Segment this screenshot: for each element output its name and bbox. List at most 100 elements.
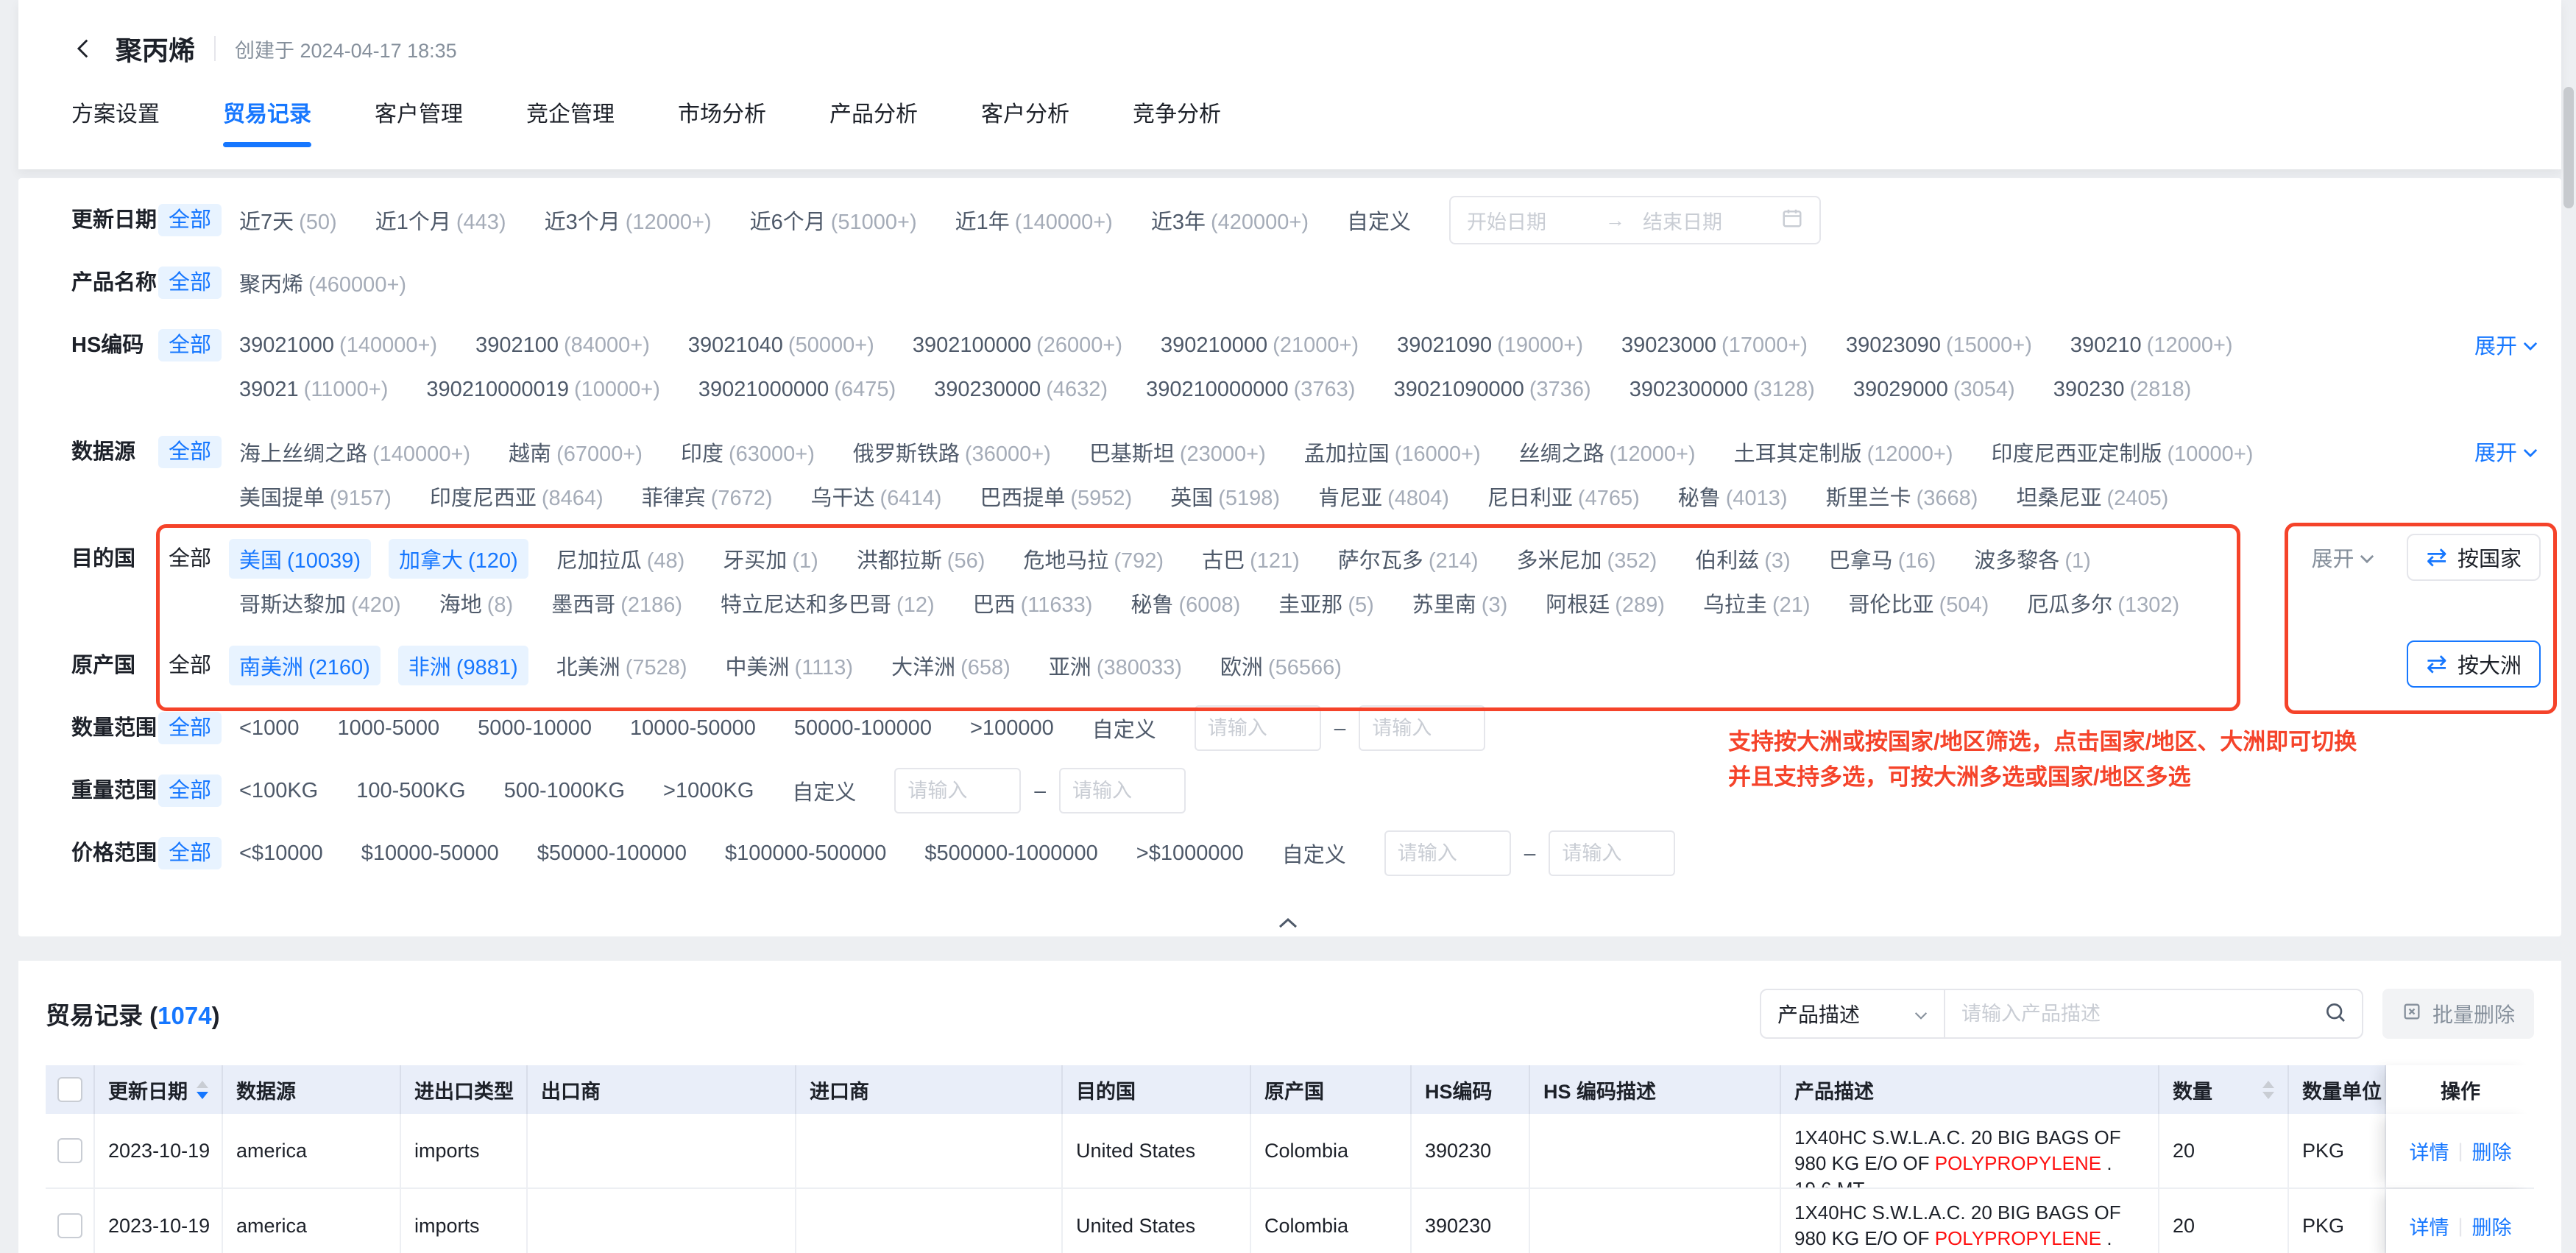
search-icon[interactable] xyxy=(2324,1000,2347,1028)
price-min-input[interactable] xyxy=(1384,830,1511,876)
by-country-button[interactable]: ⇄ 按国家 xyxy=(2407,534,2541,581)
filter-option-chip[interactable]: 美国提单(9157) xyxy=(239,481,392,512)
filter-option-chip[interactable]: 近7天(50) xyxy=(239,205,337,236)
filter-option-chip[interactable]: 北美洲(7528) xyxy=(556,650,687,681)
filter-all-chip[interactable]: 全部 xyxy=(158,329,222,361)
collapse-filters-button[interactable] xyxy=(1248,913,1328,933)
search-input[interactable] xyxy=(1960,1002,2315,1026)
filter-option-chip[interactable]: 非洲(9881) xyxy=(398,646,528,685)
filter-option-chip[interactable]: 哥伦比亚(504) xyxy=(1849,587,1989,618)
filter-option-chip[interactable]: 圭亚那(5) xyxy=(1278,587,1373,618)
filter-option-chip[interactable]: <100KG xyxy=(239,779,318,803)
filter-option-chip[interactable]: 越南(67000+) xyxy=(509,437,643,467)
filter-option-chip[interactable]: 英国(5198) xyxy=(1170,481,1280,512)
filter-option-chip[interactable]: 亚洲(380033) xyxy=(1049,650,1182,681)
filter-option-chip[interactable]: 萨尔瓦多(214) xyxy=(1338,543,1479,574)
filter-option-chip[interactable]: 波多黎各(1) xyxy=(1974,543,2090,574)
filter-option-chip[interactable]: 孟加拉国(16000+) xyxy=(1304,437,1481,467)
filter-option-chip[interactable]: <1000 xyxy=(239,716,299,741)
filter-option-chip[interactable]: 近6个月(51000+) xyxy=(750,205,917,236)
filter-option-chip[interactable]: 5000-10000 xyxy=(478,716,592,741)
filter-option-chip[interactable]: 近1年(140000+) xyxy=(955,205,1113,236)
filter-option-chip[interactable]: 印度尼西亚定制版(10000+) xyxy=(1992,437,2254,467)
filter-option-chip[interactable]: 美国(10039) xyxy=(229,539,371,579)
filter-option-chip[interactable]: 39023090(15000+) xyxy=(1846,333,2032,358)
filter-option-chip[interactable]: 39029000(3054) xyxy=(1853,378,2015,402)
filter-option-chip[interactable]: >$1000000 xyxy=(1136,841,1244,866)
filter-option-chip[interactable]: >100000 xyxy=(970,716,1054,741)
filter-option-chip[interactable]: 加拿大(120) xyxy=(389,539,528,579)
filter-all-chip[interactable]: 全部 xyxy=(158,774,222,807)
filter-option-chip[interactable]: 39021090(19000+) xyxy=(1397,333,1583,358)
filter-option-chip[interactable]: 巴基斯坦(23000+) xyxy=(1089,437,1266,467)
filter-option-chip[interactable]: 1000-5000 xyxy=(337,716,439,741)
batch-delete-button[interactable]: 批量删除 xyxy=(2382,989,2534,1039)
filter-option-chip[interactable]: 海地(8) xyxy=(439,587,513,618)
filter-option-chip[interactable]: 苏里南(3) xyxy=(1412,587,1507,618)
filter-option-chip[interactable]: 尼日利亚(4765) xyxy=(1487,481,1640,512)
filter-option-chip[interactable]: $500000-1000000 xyxy=(924,841,1097,866)
filter-option-chip[interactable]: 中美洲(1113) xyxy=(726,650,854,681)
filter-option-chip[interactable]: 印度(63000+) xyxy=(681,437,815,467)
filter-option-chip[interactable]: 乌拉圭(21) xyxy=(1703,587,1811,618)
filter-option-chip[interactable]: 39021040(50000+) xyxy=(688,333,874,358)
filter-option-chip[interactable]: 牙买加(1) xyxy=(723,543,818,574)
filter-option-chip[interactable]: 100-500KG xyxy=(356,779,465,803)
column-update-date[interactable]: 更新日期 xyxy=(95,1065,223,1114)
filter-option-chip[interactable]: 丝绸之路(12000+) xyxy=(1519,437,1696,467)
filter-option-chip[interactable]: 390210000019(10000+) xyxy=(426,378,659,402)
by-continent-button[interactable]: ⇄ 按大洲 xyxy=(2407,640,2541,688)
select-all-checkbox[interactable] xyxy=(57,1077,82,1102)
filter-option-chip[interactable]: 自定义 xyxy=(1347,205,1411,236)
filter-option-chip[interactable]: 土耳其定制版(12000+) xyxy=(1734,437,1953,467)
sort-icon[interactable] xyxy=(197,1081,208,1099)
column-quantity[interactable]: 数量 xyxy=(2159,1065,2289,1114)
delete-link[interactable]: 删除 xyxy=(2472,1212,2512,1240)
filter-option-chip[interactable]: 390210(12000+) xyxy=(2070,333,2233,358)
filter-option-chip[interactable]: 390210000000(3763) xyxy=(1146,378,1355,402)
filter-option-chip[interactable]: 俄罗斯铁路(36000+) xyxy=(853,437,1051,467)
filter-option-chip[interactable]: 10000-50000 xyxy=(630,716,756,741)
back-icon[interactable] xyxy=(71,36,96,61)
filter-option-chip[interactable]: 50000-100000 xyxy=(794,716,932,741)
filter-option-chip[interactable]: 秘鲁(6008) xyxy=(1130,587,1240,618)
filter-option-chip[interactable]: 3902100000(26000+) xyxy=(913,333,1122,358)
tab[interactable]: 市场分析 xyxy=(678,96,766,147)
filter-option-chip[interactable]: 近1个月(443) xyxy=(375,205,506,236)
quantity-min-input[interactable] xyxy=(1195,705,1321,751)
filter-option-chip[interactable]: 390230(2818) xyxy=(2053,378,2192,402)
filter-option-chip[interactable]: 墨西哥(2186) xyxy=(551,587,682,618)
filter-option-chip[interactable]: 近3年(420000+) xyxy=(1151,205,1309,236)
filter-option-chip[interactable]: 欧洲(56566) xyxy=(1220,650,1342,681)
filter-option-chip[interactable]: 古巴(121) xyxy=(1202,543,1300,574)
tab[interactable]: 产品分析 xyxy=(829,96,918,147)
filter-option-chip[interactable]: 坦桑尼亚(2405) xyxy=(2016,481,2168,512)
filter-option-chip[interactable]: 危地马拉(792) xyxy=(1023,543,1164,574)
filter-all-chip[interactable]: 全部 xyxy=(169,654,211,677)
filter-option-chip[interactable]: 39021(11000+) xyxy=(239,378,388,402)
filter-option-chip[interactable]: 390230000(4632) xyxy=(934,378,1108,402)
price-max-input[interactable] xyxy=(1549,830,1675,876)
filter-option-chip[interactable]: 洪都拉斯(56) xyxy=(857,543,986,574)
filter-option-chip[interactable]: 厄瓜多尔(1302) xyxy=(2027,587,2179,618)
filter-option-chip[interactable]: 自定义 xyxy=(792,775,856,806)
tab[interactable]: 客户管理 xyxy=(375,96,463,147)
filter-all-chip[interactable]: 全部 xyxy=(169,547,211,571)
filter-option-chip[interactable]: 肯尼亚(4804) xyxy=(1318,481,1449,512)
detail-link[interactable]: 详情 xyxy=(2409,1137,2449,1165)
tab[interactable]: 竞争分析 xyxy=(1133,96,1221,147)
filter-option-chip[interactable]: <$10000 xyxy=(239,841,323,866)
vertical-scrollbar[interactable] xyxy=(2563,87,2574,208)
filter-option-chip[interactable]: 伯利兹(3) xyxy=(1695,543,1790,574)
filter-option-chip[interactable]: 500-1000KG xyxy=(504,779,625,803)
tab[interactable]: 客户分析 xyxy=(981,96,1069,147)
filter-all-chip[interactable]: 全部 xyxy=(158,267,222,299)
filter-option-chip[interactable]: 菲律宾(7672) xyxy=(642,481,773,512)
filter-option-chip[interactable]: 乌干达(6414) xyxy=(811,481,942,512)
filter-option-chip[interactable]: 阿根廷(289) xyxy=(1546,587,1665,618)
delete-link[interactable]: 删除 xyxy=(2472,1137,2512,1165)
tab[interactable]: 方案设置 xyxy=(71,96,160,147)
filter-option-chip[interactable]: 自定义 xyxy=(1282,838,1346,869)
filter-option-chip[interactable]: 南美洲(2160) xyxy=(229,646,381,685)
weight-min-input[interactable] xyxy=(894,768,1021,813)
